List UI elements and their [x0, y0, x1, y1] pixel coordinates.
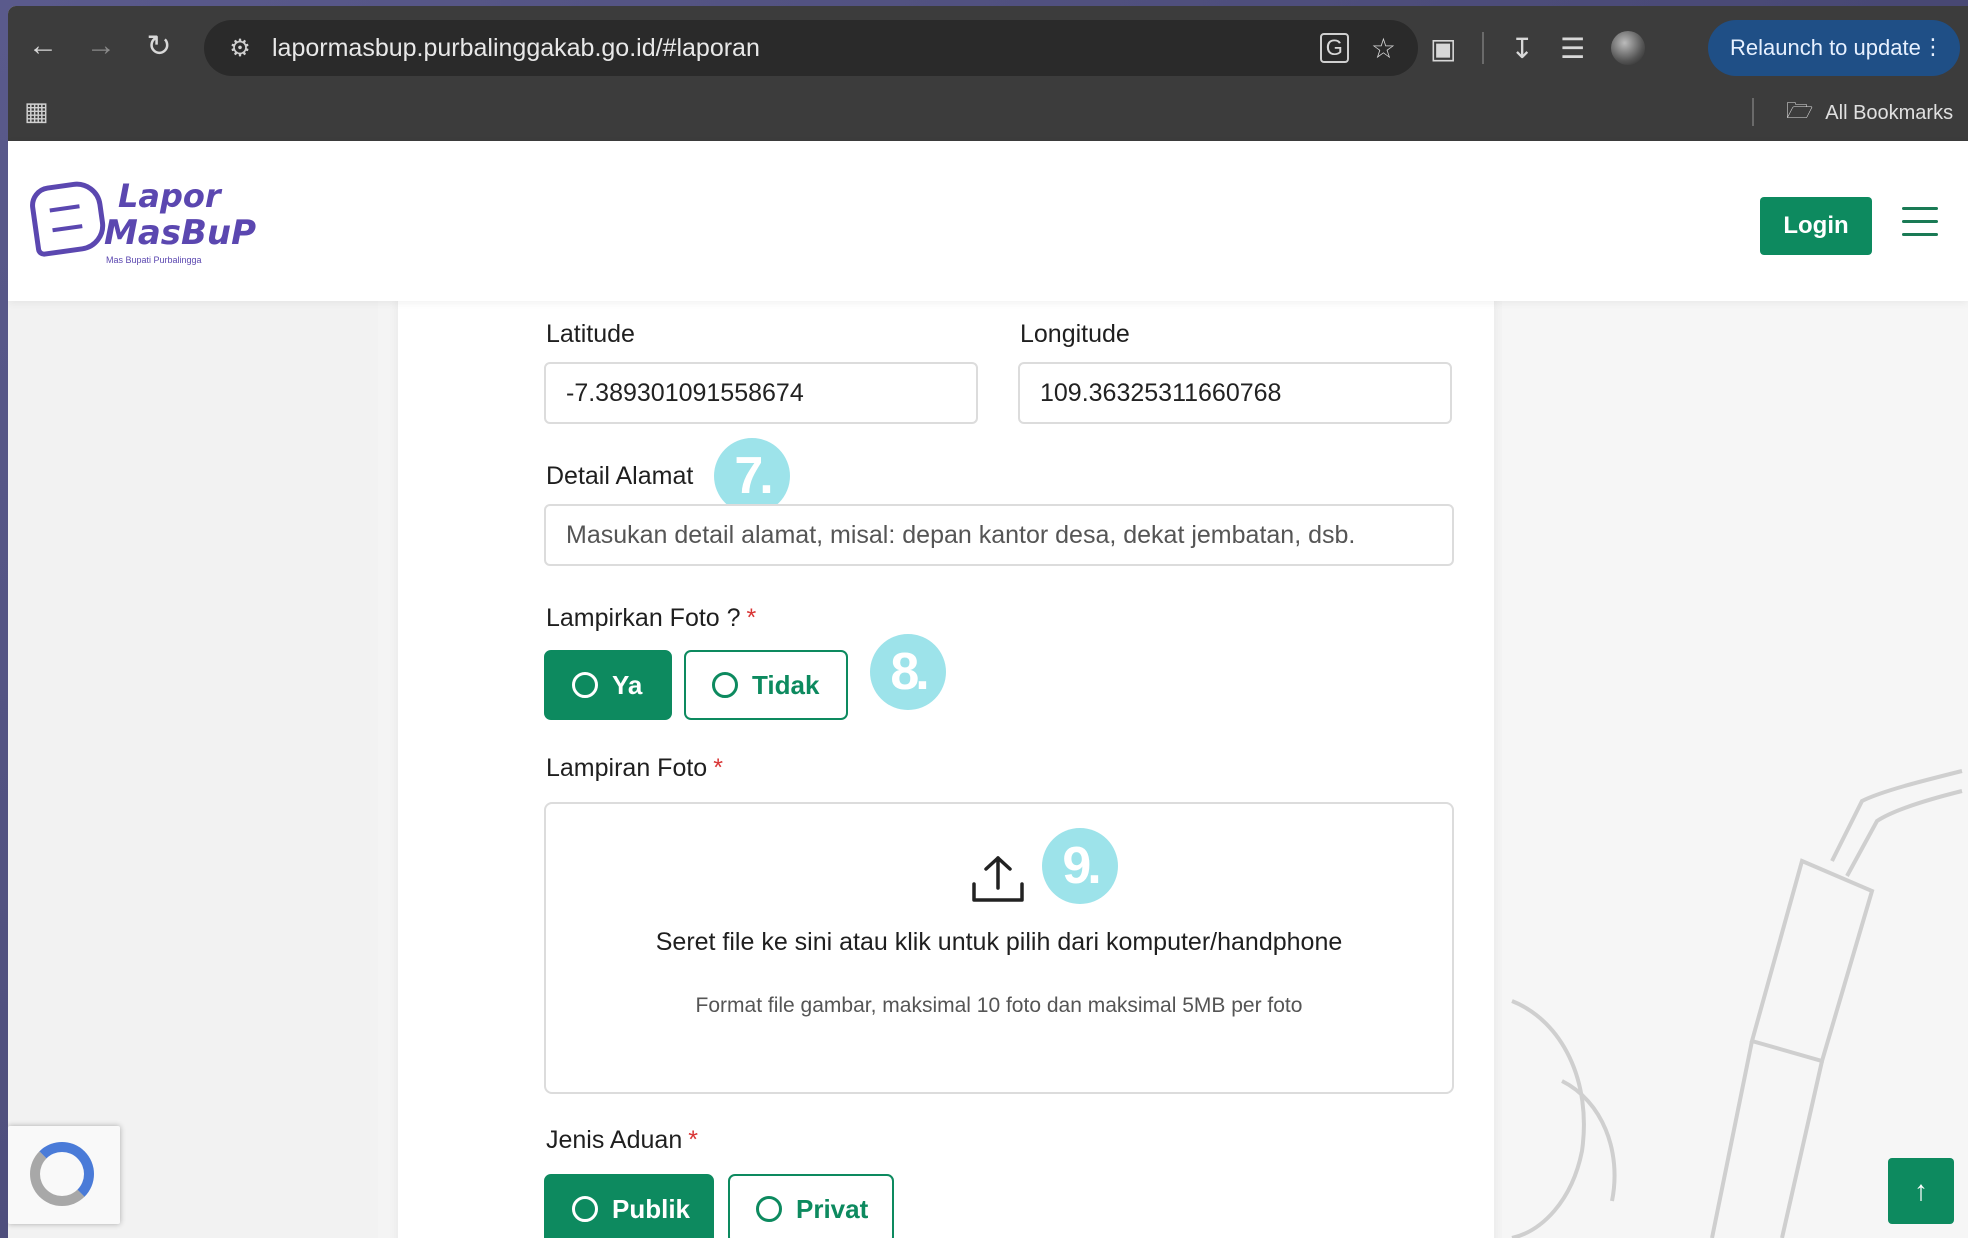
bookmark-star-icon[interactable]: ☆ — [1371, 32, 1396, 65]
radio-tidak-label: Tidak — [752, 669, 820, 700]
radio-privat[interactable]: Privat — [728, 1174, 894, 1238]
radio-circle-icon — [712, 672, 738, 698]
back-icon[interactable]: ← — [18, 21, 68, 71]
download-icon[interactable]: ↧ — [1510, 32, 1533, 65]
left-background — [8, 301, 378, 1238]
dropzone-text: Seret file ke sini atau klik untuk pilih… — [655, 928, 1343, 956]
toolbar-divider — [1482, 32, 1485, 64]
profile-avatar[interactable] — [1611, 31, 1646, 65]
logo-text-line2: MasBuP — [104, 213, 257, 253]
reload-icon[interactable]: ↻ — [134, 21, 184, 71]
lampiran-foto-label: Lampiran Foto * — [546, 754, 723, 783]
jenis-aduan-label: Jenis Aduan * — [546, 1126, 698, 1155]
required-mark: * — [746, 604, 757, 632]
step-badge-7: 7. — [714, 438, 790, 514]
relaunch-button[interactable]: Relaunch to update ⋮ — [1708, 20, 1960, 76]
apps-grid-icon[interactable]: ▦ — [24, 96, 58, 130]
required-mark: * — [713, 754, 723, 782]
media-controls-icon[interactable]: ☰ — [1560, 32, 1585, 65]
logo-text-line1: Lapor — [118, 177, 221, 215]
radio-circle-icon — [756, 1196, 782, 1222]
forward-icon[interactable]: → — [76, 21, 126, 71]
right-background-illustration — [1502, 301, 1968, 1238]
all-bookmarks-button[interactable]: 🗁 All Bookmarks — [1786, 96, 1953, 130]
url-text: lapormasbup.purbalinggakab.go.id/#lapora… — [272, 33, 760, 62]
radio-privat-label: Privat — [796, 1193, 869, 1224]
site-header: Lapor MasBuP Mas Bupati Purbalingga Logi… — [8, 141, 1968, 301]
lampirkan-foto-label: Lampirkan Foto ? * — [546, 604, 756, 633]
hamburger-menu-icon[interactable] — [1902, 207, 1938, 243]
recaptcha-icon — [30, 1142, 94, 1206]
radio-circle-icon — [572, 672, 598, 698]
radio-circle-icon — [572, 1196, 598, 1222]
step-badge-8: 8. — [870, 634, 946, 710]
translate-icon[interactable]: G — [1319, 33, 1349, 63]
step-badge-9: 9. — [1042, 828, 1118, 904]
radio-ya[interactable]: Ya — [544, 650, 672, 720]
arrow-up-icon: ↑ — [1914, 1175, 1928, 1206]
lampirkan-foto-label-text: Lampirkan Foto ? — [546, 604, 741, 632]
bookmarks-divider — [1752, 98, 1754, 126]
longitude-label: Longitude — [1020, 320, 1130, 348]
tab-search-icon[interactable]: ▣ — [1430, 32, 1456, 65]
report-form-card: Latitude Longitude Detail Alamat 7. Lamp… — [398, 286, 1494, 1238]
all-bookmarks-label: All Bookmarks — [1825, 101, 1954, 124]
login-button[interactable]: Login — [1760, 197, 1872, 255]
recaptcha-badge[interactable] — [8, 1126, 120, 1224]
detail-alamat-label: Detail Alamat — [546, 462, 694, 490]
lampiran-foto-label-text: Lampiran Foto — [546, 754, 708, 782]
latitude-label: Latitude — [546, 320, 635, 348]
logo-tagline: Mas Bupati Purbalingga — [106, 255, 202, 265]
radio-publik[interactable]: Publik — [544, 1174, 714, 1238]
lapor-masbup-logo[interactable]: Lapor MasBuP Mas Bupati Purbalingga — [27, 177, 256, 267]
more-menu-icon[interactable]: ⋮ — [1922, 34, 1944, 60]
site-settings-icon[interactable]: ⚙ — [222, 30, 258, 66]
browser-toolbar: ← → ↻ ⚙ lapormasbup.purbalinggakab.go.id… — [8, 6, 1968, 141]
motorcycle-illustration — [1511, 769, 1963, 1238]
upload-icon — [972, 856, 1024, 902]
chat-bubble-icon — [27, 178, 109, 258]
bookmarks-bar: ▦ 🗁 All Bookmarks — [8, 86, 1968, 141]
latitude-input[interactable] — [544, 362, 978, 424]
longitude-input[interactable] — [1018, 362, 1452, 424]
radio-tidak[interactable]: Tidak — [684, 650, 848, 720]
photo-dropzone[interactable]: Seret file ke sini atau klik untuk pilih… — [544, 802, 1454, 1094]
required-mark: * — [688, 1126, 698, 1154]
browser-window: ← → ↻ ⚙ lapormasbup.purbalinggakab.go.id… — [8, 6, 1968, 1238]
radio-ya-label: Ya — [612, 669, 643, 700]
scroll-to-top-button[interactable]: ↑ — [1888, 1158, 1954, 1224]
relaunch-label: Relaunch to update — [1730, 35, 1921, 60]
dropzone-hint: Format file gambar, maksimal 10 foto dan… — [695, 994, 1303, 1017]
detail-alamat-input[interactable] — [544, 504, 1454, 566]
radio-publik-label: Publik — [612, 1193, 691, 1224]
jenis-aduan-label-text: Jenis Aduan — [546, 1126, 683, 1154]
folder-icon: 🗁 — [1786, 98, 1814, 123]
address-bar[interactable]: ⚙ lapormasbup.purbalinggakab.go.id/#lapo… — [204, 20, 1418, 76]
